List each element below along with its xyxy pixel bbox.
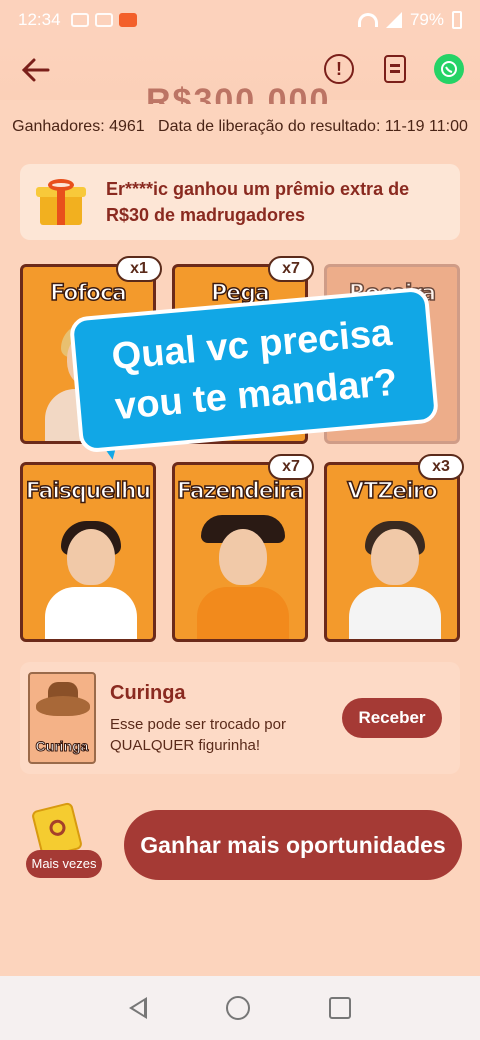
person-image <box>193 499 293 639</box>
release-date: Data de liberação do resultado: 11-19 11… <box>158 118 468 135</box>
sticker-card-fazendeira[interactable]: Fazendeira <box>172 462 308 642</box>
more-times-label: Mais vezes <box>26 850 102 878</box>
sticker-card-faisquelhu[interactable]: Faisquelhu <box>20 462 156 642</box>
card-count-badge: x3 <box>418 454 464 480</box>
notice-line-1: Er****ic ganhou um prêmio extra de <box>106 179 410 199</box>
nav-back-icon[interactable] <box>129 997 148 1019</box>
winners-count: Ganhadores: 4961 <box>12 118 145 135</box>
wildcard-panel: Curinga Curinga Esse pode ser trocado po… <box>20 662 460 774</box>
back-arrow-icon[interactable] <box>18 52 54 88</box>
status-bar: 12:34 79% <box>0 0 480 40</box>
whatsapp-icon[interactable] <box>434 54 464 84</box>
extra-prize-notice: Er****ic ganhou um prêmio extra de R$30 … <box>20 164 460 240</box>
rules-document-icon[interactable] <box>384 55 406 83</box>
card-count-badge: x1 <box>116 256 162 282</box>
info-icon[interactable]: ! <box>324 54 354 84</box>
signal-icon <box>385 12 402 28</box>
person-image <box>345 499 445 639</box>
more-times-button[interactable]: Mais vezes <box>26 801 102 882</box>
wildcard-image-label: Curinga <box>35 738 89 755</box>
gift-icon <box>36 179 86 225</box>
wildcard-title: Curinga <box>110 682 186 704</box>
wildcard-description: Esse pode ser trocado por QUALQUER figur… <box>110 716 286 754</box>
wildcard-card-image: Curinga <box>28 672 96 764</box>
person-image <box>41 499 141 639</box>
nav-home-icon[interactable] <box>225 996 250 1020</box>
sticker-card-vtzeiro[interactable]: VTZeiro <box>324 462 460 642</box>
screen-record-icon <box>118 13 137 27</box>
nav-recents-icon[interactable] <box>328 997 351 1019</box>
result-meta: Ganhadores: 4961 Data de liberação do re… <box>0 118 480 136</box>
get-more-opportunities-button[interactable]: Ganhar mais oportunidades <box>124 810 462 880</box>
receive-button[interactable]: Receber <box>342 698 442 738</box>
status-time: 12:34 <box>18 10 61 29</box>
battery-icon <box>452 11 462 29</box>
system-nav-bar <box>0 976 480 1040</box>
battery-percent: 79% <box>409 10 444 29</box>
notification-icon <box>94 13 113 27</box>
card-count-badge: x7 <box>268 454 314 480</box>
notice-line-2: R$30 de madrugadores <box>106 205 306 225</box>
prize-amount: R$300.000 <box>146 82 331 104</box>
card-count-badge: x7 <box>268 256 314 282</box>
wifi-icon <box>357 13 378 27</box>
notification-icon <box>70 13 89 27</box>
